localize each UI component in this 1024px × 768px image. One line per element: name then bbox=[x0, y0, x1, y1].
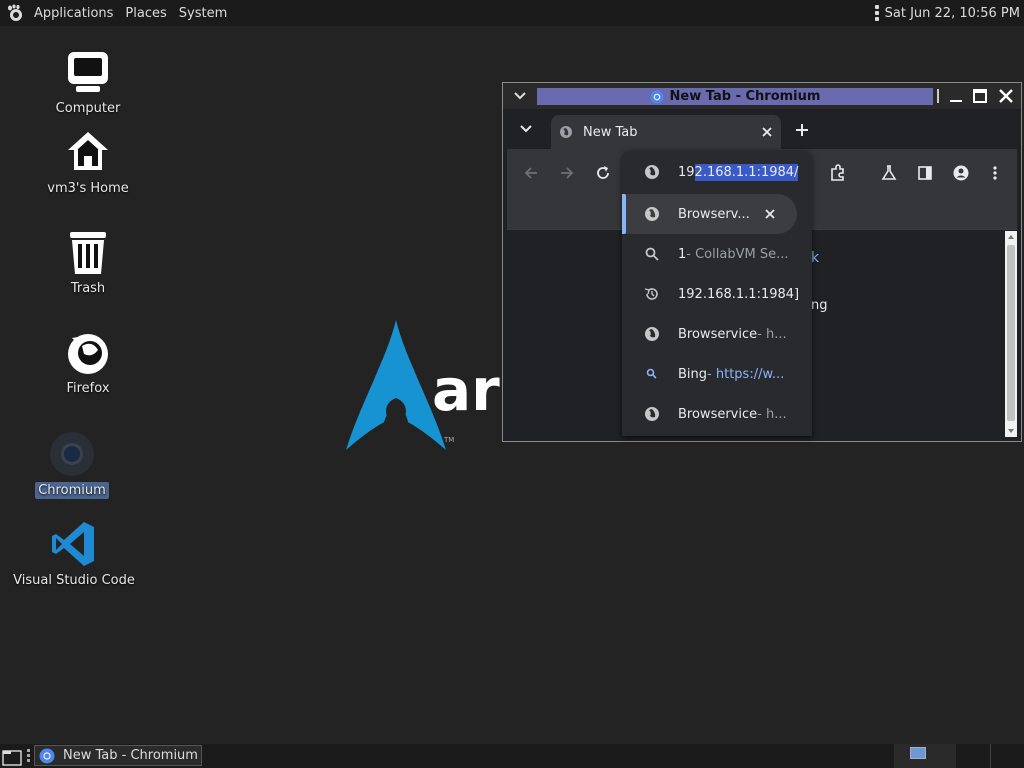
more-menu-icon[interactable] bbox=[991, 165, 999, 181]
chromium-icon bbox=[50, 432, 94, 476]
clock[interactable]: Sat Jun 22, 10:56 PM bbox=[885, 6, 1020, 21]
tab-strip: New Tab bbox=[507, 109, 1017, 149]
suggestion-text: 1 bbox=[678, 246, 687, 262]
desktop-icon-label: Trash bbox=[70, 281, 106, 296]
suggestion-row[interactable]: Bing - https://w... bbox=[622, 354, 812, 394]
scroll-thumb[interactable] bbox=[1007, 245, 1015, 421]
suggestion-text: Browserv... bbox=[678, 206, 750, 222]
desktop-icon-label: Firefox bbox=[66, 381, 110, 396]
desktop-icon-label: Chromium bbox=[35, 482, 109, 499]
suggestion-text: Browservice bbox=[678, 406, 758, 422]
omnibox-text-prefix: 19 bbox=[678, 164, 695, 180]
desktop-icon-chromium[interactable]: Chromium bbox=[32, 430, 112, 499]
window-titlebar[interactable]: New Tab - Chromium bbox=[503, 83, 1021, 109]
suggestion-url: - https://w... bbox=[707, 366, 785, 382]
forward-arrow-icon[interactable] bbox=[559, 165, 575, 181]
reload-icon[interactable] bbox=[595, 165, 611, 181]
history-icon bbox=[644, 288, 658, 300]
suggestion-subtext: - CollabVM Se... bbox=[686, 246, 789, 262]
tab-label: New Tab bbox=[583, 124, 638, 140]
close-icon[interactable] bbox=[997, 87, 1015, 105]
suggestion-text: Bing bbox=[678, 366, 708, 382]
omnibox-dropdown: 192.168.1.1:1984/ Browserv... 1 - Collab… bbox=[622, 150, 812, 436]
suggestion-row[interactable]: Browservice - h... bbox=[622, 314, 812, 354]
window-title: New Tab - Chromium bbox=[537, 88, 933, 105]
arch-logo: ar TM bbox=[344, 318, 504, 462]
home-icon bbox=[68, 132, 108, 170]
suggestion-row[interactable]: Browservice - h... bbox=[622, 394, 812, 434]
desktop-icon-vscode[interactable]: Visual Studio Code bbox=[13, 520, 135, 589]
firefox-icon bbox=[68, 334, 108, 374]
svg-text:TM: TM bbox=[443, 436, 454, 444]
menu-applications[interactable]: Applications bbox=[28, 0, 119, 26]
svg-text:ar: ar bbox=[432, 356, 500, 424]
globe-icon bbox=[645, 327, 659, 341]
labs-flask-icon[interactable] bbox=[881, 165, 897, 181]
chromium-title-icon bbox=[650, 90, 664, 103]
search-icon bbox=[646, 368, 657, 379]
desktop-icon-label: Computer bbox=[55, 101, 121, 116]
taskbar-divider bbox=[990, 744, 991, 768]
new-tab-plus-icon[interactable] bbox=[795, 123, 809, 137]
omnibox-text-selected: 2.168.1.1:1984/ bbox=[694, 163, 799, 181]
workspace-switcher[interactable] bbox=[894, 744, 956, 768]
side-panel-icon[interactable] bbox=[917, 165, 933, 181]
minimize-icon[interactable] bbox=[947, 87, 965, 105]
show-desktop-icon[interactable] bbox=[2, 748, 22, 766]
title-divider bbox=[937, 89, 939, 103]
omnibox-text[interactable]: 192.168.1.1:1984/ bbox=[678, 163, 799, 181]
trash-icon bbox=[70, 232, 106, 274]
content-fragment: ng bbox=[811, 298, 828, 313]
workspace-1[interactable] bbox=[910, 747, 926, 759]
panel-menu-icon[interactable] bbox=[874, 5, 879, 21]
content-fragment: k bbox=[811, 250, 820, 266]
desktop-icon-label: Visual Studio Code bbox=[13, 573, 135, 588]
maximize-icon[interactable] bbox=[971, 87, 989, 105]
arch-logo-icon: ar TM bbox=[346, 320, 500, 450]
computer-icon bbox=[68, 52, 108, 92]
omnibox-input[interactable]: 192.168.1.1:1984/ bbox=[622, 150, 812, 194]
window-menu-chevron-icon[interactable] bbox=[513, 90, 527, 102]
desktop-icon-firefox[interactable]: Firefox bbox=[48, 328, 128, 397]
tab-search-chevron-icon[interactable] bbox=[519, 123, 533, 135]
suggestion-row[interactable]: 1 - CollabVM Se... bbox=[622, 234, 812, 274]
search-icon bbox=[645, 247, 659, 261]
globe-icon bbox=[645, 207, 659, 221]
gnome-foot-icon[interactable] bbox=[6, 4, 24, 22]
globe-icon bbox=[560, 126, 572, 138]
globe-icon bbox=[645, 407, 659, 421]
menu-places[interactable]: Places bbox=[119, 0, 172, 26]
scroll-down-icon[interactable] bbox=[1007, 427, 1015, 435]
globe-icon bbox=[645, 165, 659, 179]
chromium-task-icon bbox=[39, 748, 55, 763]
suggestion-row[interactable]: Browserv... bbox=[622, 194, 797, 234]
bottom-taskbar: New Tab - Chromium bbox=[0, 744, 1024, 768]
top-panel: Applications Places System Sat Jun 22, 1… bbox=[0, 0, 1024, 26]
back-arrow-icon[interactable] bbox=[523, 165, 539, 181]
tab-new-tab[interactable]: New Tab bbox=[551, 115, 781, 149]
suggestion-subtext: - h... bbox=[757, 326, 787, 342]
desktop-icon-label: vm3's Home bbox=[47, 181, 129, 196]
remove-suggestion-icon[interactable] bbox=[764, 208, 776, 220]
profile-icon[interactable] bbox=[953, 165, 969, 181]
desktop-icon-computer[interactable]: Computer bbox=[48, 48, 128, 117]
taskbar-item-label: New Tab - Chromium bbox=[63, 748, 198, 763]
menu-system[interactable]: System bbox=[173, 0, 233, 26]
suggestion-subtext: - h... bbox=[757, 406, 787, 422]
suggestion-text: Browservice bbox=[678, 326, 758, 342]
taskbar-item-chromium[interactable]: New Tab - Chromium bbox=[34, 745, 202, 766]
window-title-text: New Tab - Chromium bbox=[669, 89, 821, 104]
scroll-up-icon[interactable] bbox=[1007, 233, 1015, 241]
vscode-icon bbox=[52, 522, 94, 566]
desktop-icon-home[interactable]: vm3's Home bbox=[44, 128, 132, 197]
desktop-icon-trash[interactable]: Trash bbox=[48, 228, 128, 297]
suggestion-row[interactable]: 192.168.1.1:1984] bbox=[622, 274, 812, 314]
scrollbar[interactable] bbox=[1005, 231, 1017, 437]
extensions-icon[interactable] bbox=[829, 164, 847, 182]
taskbar-handle-icon bbox=[27, 749, 30, 762]
suggestion-text: 192.168.1.1:1984] bbox=[678, 286, 800, 302]
tab-close-icon[interactable] bbox=[761, 126, 773, 138]
